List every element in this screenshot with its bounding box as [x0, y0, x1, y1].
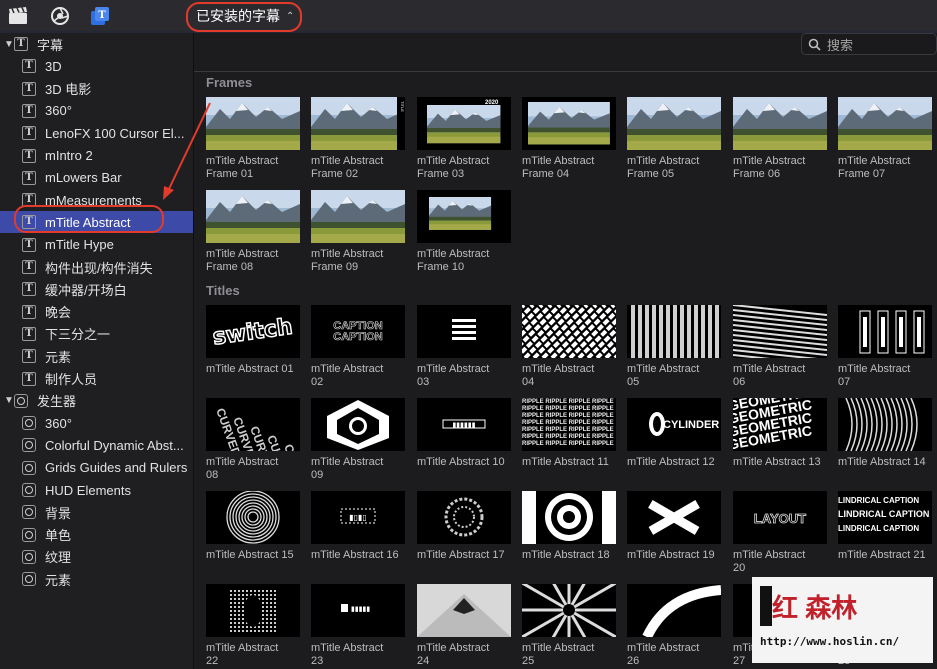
annotation-arrow — [163, 102, 211, 200]
